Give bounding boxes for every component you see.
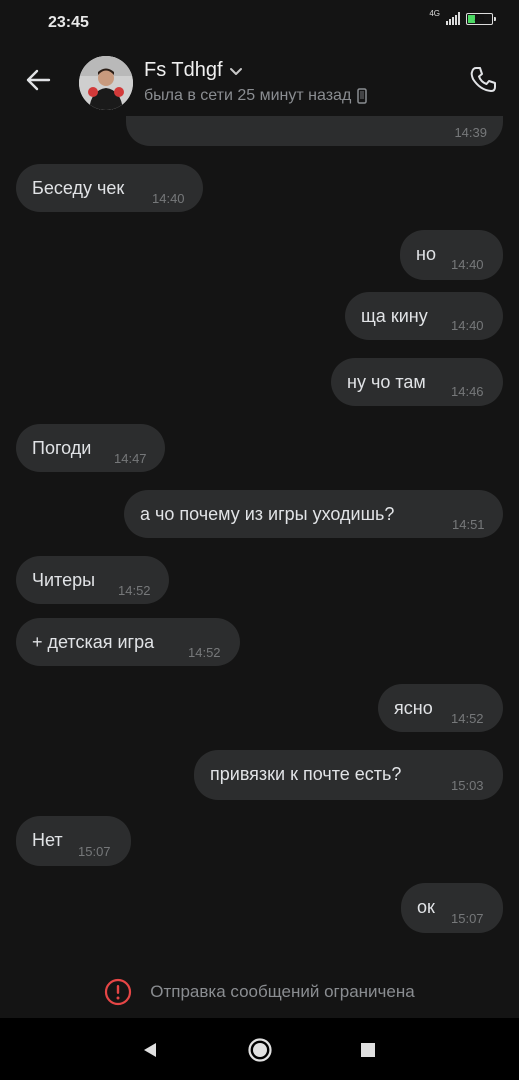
message-time: 14:40 <box>152 191 185 206</box>
message-time: 14:51 <box>452 517 485 532</box>
avatar-photo <box>79 56 133 110</box>
message-time: 14:47 <box>114 451 147 466</box>
message-in[interactable]: Нет 15:07 <box>16 816 131 866</box>
chevron-down-icon <box>229 67 242 75</box>
message-time: 14:46 <box>451 384 484 399</box>
message-text: ок <box>417 897 435 917</box>
network-type: 4G <box>429 8 440 18</box>
message-text: Погоди <box>32 438 92 458</box>
message-out[interactable]: ну чо там 14:46 <box>331 358 503 406</box>
status-time: 23:45 <box>48 14 89 31</box>
mobile-phone-icon <box>357 88 368 104</box>
contact-name[interactable]: Fs Tdhgf <box>144 59 243 82</box>
message-in[interactable]: Беседу чек 14:40 <box>16 164 203 212</box>
message-time: 14:52 <box>451 711 484 726</box>
message-time: 14:40 <box>451 318 484 333</box>
nav-back-button[interactable] <box>136 1036 164 1064</box>
message-time: 14:39 <box>454 125 487 140</box>
message-out[interactable]: а чо почему из игры уходишь? 14:51 <box>124 490 503 538</box>
status-bar: 23:45 4G 25 <box>0 0 519 44</box>
message-out[interactable]: 14:39 <box>126 116 503 146</box>
message-text: Нет <box>32 830 63 850</box>
battery-level: 25 <box>474 12 485 23</box>
message-text: Беседу чек <box>32 178 125 198</box>
call-button[interactable] <box>465 62 501 98</box>
signal-icon <box>446 12 460 25</box>
message-text: привязки к почте есть? <box>210 764 402 784</box>
message-in[interactable]: + детская игра 14:52 <box>16 618 240 666</box>
message-time: 14:40 <box>451 257 484 272</box>
message-time: 15:07 <box>78 844 111 859</box>
arrow-left-icon <box>26 69 51 91</box>
message-in[interactable]: Читеры 14:52 <box>16 556 169 604</box>
message-text: ясно <box>394 698 433 718</box>
last-seen: была в сети 25 минут назад <box>144 87 368 105</box>
message-text: Читеры <box>32 570 96 590</box>
message-out[interactable]: ок 15:07 <box>401 883 503 933</box>
back-button[interactable] <box>16 58 60 102</box>
message-text: ща кину <box>361 306 428 326</box>
square-recents-icon <box>361 1043 375 1057</box>
message-text: + детская игра <box>32 632 155 652</box>
nav-recents-button[interactable] <box>354 1036 382 1064</box>
chat-header: Fs Tdhgf была в сети 25 минут назад <box>0 44 519 116</box>
messaging-restricted-notice: Отправка сообщений ограничена <box>0 966 519 1018</box>
nav-home-button[interactable] <box>246 1036 274 1064</box>
message-out[interactable]: привязки к почте есть? 15:03 <box>194 750 503 800</box>
message-time: 15:07 <box>451 911 484 926</box>
message-time: 14:52 <box>118 583 151 598</box>
restriction-text: Отправка сообщений ограничена <box>150 982 415 1001</box>
last-seen-text: была в сети 25 минут назад <box>144 87 352 104</box>
message-text: ну чо там <box>347 372 426 392</box>
message-out[interactable]: ясно 14:52 <box>378 684 503 732</box>
message-text: а чо почему из игры уходишь? <box>140 504 395 524</box>
status-icons: 4G 25 <box>429 8 496 25</box>
message-in[interactable]: Погоди 14:47 <box>16 424 165 472</box>
triangle-back-icon <box>144 1043 156 1057</box>
avatar[interactable] <box>79 56 133 110</box>
home-circle-icon <box>248 1038 272 1062</box>
message-out[interactable]: ща кину 14:40 <box>345 292 503 340</box>
contact-name-text: Fs Tdhgf <box>144 59 223 81</box>
battery-icon: 25 <box>466 12 496 25</box>
message-time: 15:03 <box>451 778 484 793</box>
message-time: 14:52 <box>188 645 221 660</box>
system-nav-bar <box>0 1018 519 1080</box>
phone-icon <box>470 67 496 92</box>
alert-circle-icon <box>105 978 132 1006</box>
message-text: но <box>416 244 436 264</box>
message-list[interactable]: 14:39 Беседу чек 14:40 но 14:40 ща кину … <box>0 116 519 966</box>
message-out[interactable]: но 14:40 <box>400 230 503 280</box>
